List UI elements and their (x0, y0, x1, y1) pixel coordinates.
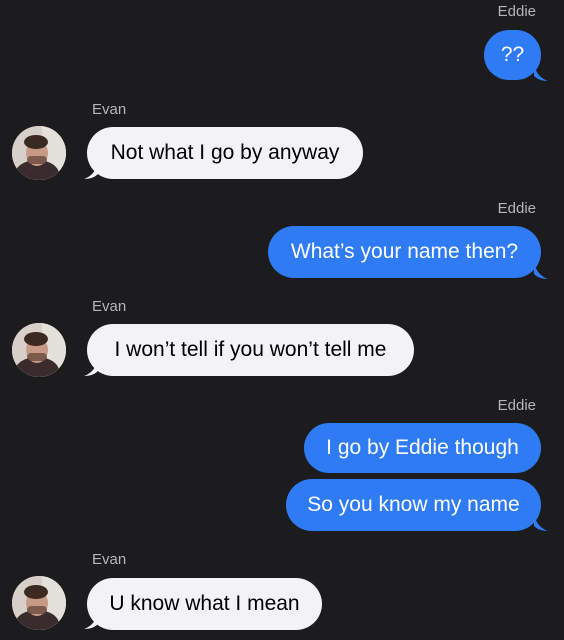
outgoing-message-bubble[interactable]: What’s your name then? (268, 226, 541, 278)
contact-avatar[interactable] (12, 576, 66, 630)
contact-photo-icon (12, 576, 66, 630)
sender-name: Eddie (497, 397, 536, 414)
sender-name: Evan (92, 101, 127, 118)
sender-name: Eddie (497, 3, 536, 20)
incoming-message-bubble[interactable]: U know what I mean (87, 578, 322, 630)
contact-photo-icon (12, 126, 66, 180)
bubble-tail-icon (534, 262, 548, 279)
outgoing-message-bubble[interactable]: ?? (484, 30, 541, 80)
incoming-message-bubble[interactable]: Not what I go by anyway (87, 127, 363, 179)
contact-avatar[interactable] (12, 323, 66, 377)
message-thread: Eddie ?? Evan Not what I go by anyway Ed… (0, 0, 564, 640)
contact-avatar[interactable] (12, 126, 66, 180)
sender-name: Evan (92, 298, 127, 315)
sender-name: Eddie (497, 200, 536, 217)
bubble-tail-icon (534, 514, 548, 531)
bubble-tail-icon (84, 612, 98, 629)
sender-name: Evan (92, 551, 127, 568)
bubble-tail-icon (84, 162, 98, 179)
outgoing-message-bubble[interactable]: So you know my name (286, 479, 541, 531)
incoming-message-bubble[interactable]: I won’t tell if you won’t tell me (87, 324, 414, 376)
contact-photo-icon (12, 323, 66, 377)
outgoing-message-bubble[interactable]: I go by Eddie though (304, 423, 541, 473)
bubble-tail-icon (84, 359, 98, 376)
bubble-tail-icon (534, 64, 548, 81)
